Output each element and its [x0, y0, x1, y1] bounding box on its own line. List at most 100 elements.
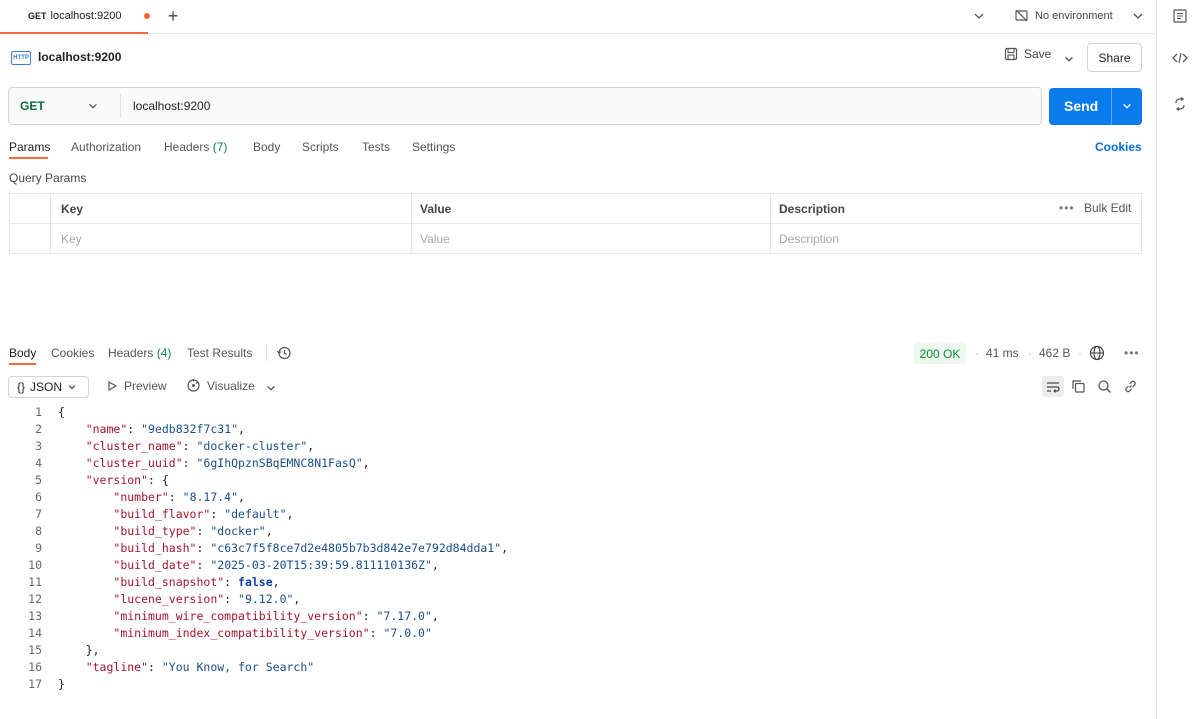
method-chevron-down-icon[interactable]	[87, 100, 99, 112]
response-tab-headers-count: (4)	[156, 346, 172, 360]
code-snippet-icon[interactable]	[1171, 51, 1189, 65]
preview-button[interactable]: Preview	[106, 379, 167, 393]
tab-scripts[interactable]: Scripts	[302, 140, 339, 154]
url-input[interactable]: localhost:9200	[133, 88, 1013, 124]
code-text: "tagline": "You Know, for Search"	[85, 660, 315, 674]
tab-body[interactable]: Body	[253, 140, 280, 154]
code-line: 3 "cluster_name": "docker-cluster",	[0, 438, 1150, 455]
code-text: "minimum_index_compatibility_version": "…	[113, 626, 432, 640]
line-number: 17	[28, 677, 42, 691]
related-collections-icon[interactable]	[1173, 97, 1187, 111]
tab-headers[interactable]: Headers (7)	[164, 140, 227, 154]
tab-headers-count: (7)	[212, 140, 228, 154]
code-line: 15 },	[0, 642, 1150, 659]
code-line: 1{	[0, 404, 1150, 421]
save-button[interactable]: Save	[1004, 47, 1051, 61]
code-text: "cluster_uuid": "6gIhQpznSBqEMNC8N1FasQ"…	[85, 456, 370, 470]
line-number: 2	[35, 422, 42, 436]
code-line: 10 "build_date": "2025-03-20T15:39:59.81…	[0, 557, 1150, 574]
code-text: "version": {	[85, 473, 169, 487]
line-number: 13	[28, 609, 42, 623]
request-tab[interactable]: GET localhost:9200	[0, 0, 148, 34]
response-tab-test-results[interactable]: Test Results	[187, 346, 252, 360]
response-time[interactable]: 41 ms	[986, 346, 1019, 360]
response-tab-body[interactable]: Body	[9, 346, 36, 360]
search-icon[interactable]	[1097, 379, 1112, 394]
line-number: 10	[28, 558, 42, 572]
send-button[interactable]: Send	[1049, 88, 1142, 125]
response-size[interactable]: 462 B	[1039, 346, 1070, 360]
cookies-link[interactable]: Cookies	[1095, 140, 1142, 154]
response-more-icon[interactable]: •••	[1124, 346, 1140, 360]
status-badge[interactable]: 200 OK	[914, 343, 966, 364]
response-tab-headers[interactable]: Headers (4)	[108, 346, 171, 360]
line-number: 12	[28, 592, 42, 606]
line-number: 16	[28, 660, 42, 674]
value-input[interactable]: Value	[420, 232, 450, 246]
tab-authorization[interactable]: Authorization	[71, 140, 141, 154]
wrap-lines-icon[interactable]	[1042, 376, 1064, 397]
code-line: 6 "number": "8.17.4",	[0, 489, 1150, 506]
request-title[interactable]: localhost:9200	[38, 50, 121, 64]
share-button[interactable]: Share	[1087, 43, 1142, 72]
column-header-description: Description	[779, 202, 846, 216]
link-icon[interactable]	[1123, 379, 1138, 394]
tab-tests[interactable]: Tests	[362, 140, 390, 154]
copy-icon[interactable]	[1071, 379, 1086, 394]
code-line: 11 "build_snapshot": false,	[0, 574, 1150, 591]
active-tab-underline	[9, 157, 48, 159]
code-text: }	[58, 677, 65, 691]
format-selector[interactable]: {} JSON	[8, 376, 89, 398]
history-icon[interactable]	[276, 345, 292, 361]
line-number: 9	[35, 541, 42, 555]
code-text: "number": "8.17.4",	[113, 490, 245, 504]
method-select[interactable]: GET	[9, 88, 119, 124]
query-params-label: Query Params	[9, 171, 87, 185]
line-number: 14	[28, 626, 42, 640]
format-chevron-down-icon	[67, 382, 77, 392]
visualize-button[interactable]: Visualize	[186, 378, 255, 393]
tabs-chevron-down-icon[interactable]	[972, 9, 986, 23]
code-text: {	[58, 405, 65, 419]
column-header-key: Key	[61, 202, 84, 216]
method-value: GET	[20, 99, 45, 113]
description-input[interactable]: Description	[779, 232, 839, 246]
json-braces-icon: {}	[17, 380, 26, 394]
key-input[interactable]: Key	[61, 232, 82, 246]
bulk-edit-button[interactable]: Bulk Edit	[1084, 201, 1131, 215]
send-options-chevron-down-icon[interactable]	[1121, 100, 1133, 112]
code-line: 5 "version": {	[0, 472, 1150, 489]
save-icon	[1004, 47, 1018, 61]
documentation-icon[interactable]	[1172, 8, 1188, 24]
network-globe-icon[interactable]	[1089, 345, 1105, 361]
code-text: },	[58, 643, 100, 657]
code-line: 8 "build_type": "docker",	[0, 523, 1150, 540]
save-label: Save	[1024, 47, 1052, 61]
code-line: 13 "minimum_wire_compatibility_version":…	[0, 608, 1150, 625]
send-divider	[1111, 88, 1112, 125]
environment-selector[interactable]: No environment	[1014, 8, 1113, 23]
code-line: 9 "build_hash": "c63c7f5f8ce7d2e4805b7b3…	[0, 540, 1150, 557]
query-params-table: Key Value Description ••• Bulk Edit Key …	[9, 193, 1142, 254]
http-request-icon: HTTP	[11, 51, 31, 65]
active-tab-underline	[9, 363, 36, 365]
tab-settings[interactable]: Settings	[412, 140, 455, 154]
code-text: "build_type": "docker",	[113, 524, 273, 538]
line-number: 1	[35, 405, 42, 419]
url-divider	[120, 94, 121, 118]
code-line: 12 "lucene_version": "9.12.0",	[0, 591, 1150, 608]
line-number: 6	[35, 490, 42, 504]
response-tab-cookies[interactable]: Cookies	[51, 346, 94, 360]
line-number: 4	[35, 456, 42, 470]
environment-chevron-down-icon[interactable]	[1131, 9, 1145, 23]
code-line: 14 "minimum_index_compatibility_version"…	[0, 625, 1150, 642]
visualize-chevron-down-icon[interactable]	[265, 382, 277, 394]
meta-separator: ·	[975, 346, 979, 360]
visualize-icon	[186, 378, 201, 393]
new-tab-plus-icon[interactable]: +	[165, 6, 181, 26]
save-options-chevron-down-icon[interactable]	[1063, 53, 1075, 65]
code-text: "build_snapshot": false,	[113, 575, 280, 589]
tab-params[interactable]: Params	[9, 140, 50, 154]
params-more-icon[interactable]: •••	[1059, 201, 1075, 215]
tab-title: localhost:9200	[50, 10, 122, 22]
